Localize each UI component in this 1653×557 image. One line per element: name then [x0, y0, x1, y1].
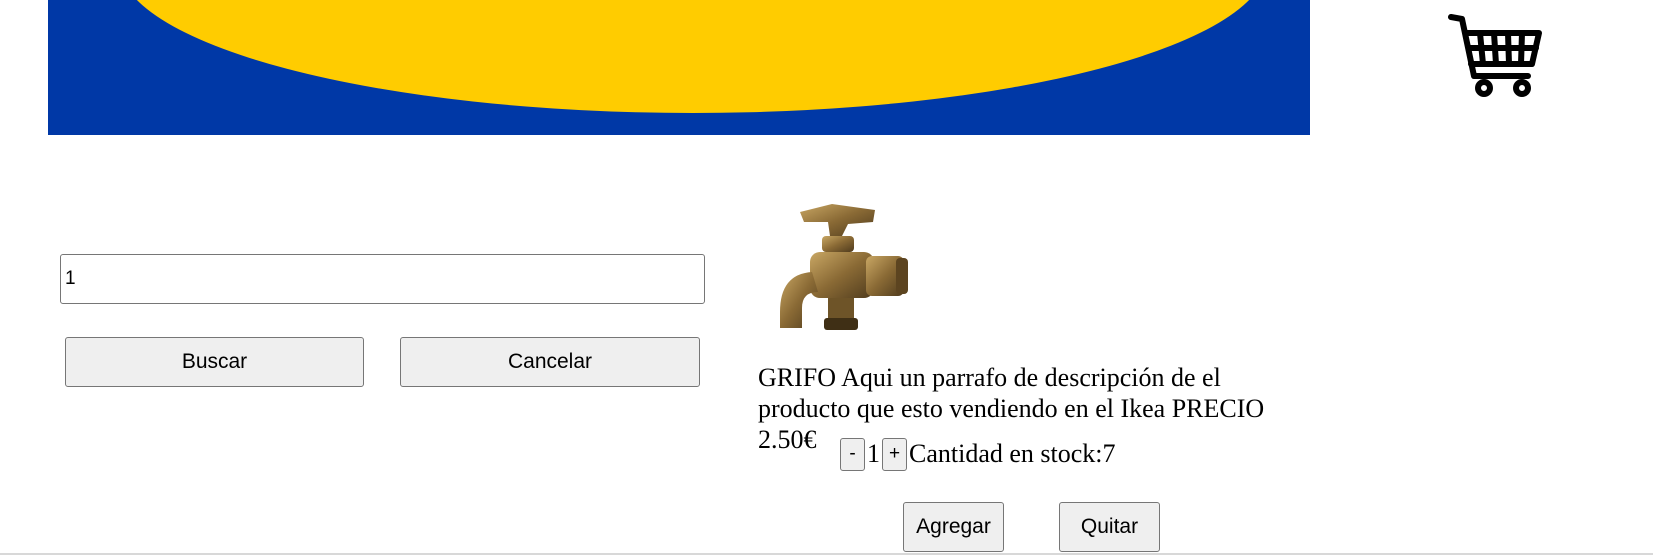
quantity-stepper: - 1 + Cantidad en stock:7 — [840, 437, 1116, 471]
decrease-quantity-button[interactable]: - — [840, 437, 865, 471]
search-button[interactable]: Buscar — [65, 337, 364, 387]
add-to-cart-button[interactable]: Agregar — [903, 502, 1004, 552]
shopping-cart-icon[interactable] — [1448, 12, 1544, 98]
ikea-banner — [48, 0, 1310, 135]
search-input[interactable] — [60, 254, 705, 304]
banner-yellow-ellipse — [118, 0, 1268, 113]
page-bottom-divider — [0, 553, 1653, 555]
quantity-value: 1 — [867, 439, 880, 468]
cancel-button[interactable]: Cancelar — [400, 337, 700, 387]
remove-from-cart-button[interactable]: Quitar — [1059, 502, 1160, 552]
faucet-image — [770, 200, 920, 350]
stock-quantity-label: Cantidad en stock:7 — [909, 439, 1116, 468]
increase-quantity-button[interactable]: + — [882, 437, 907, 471]
